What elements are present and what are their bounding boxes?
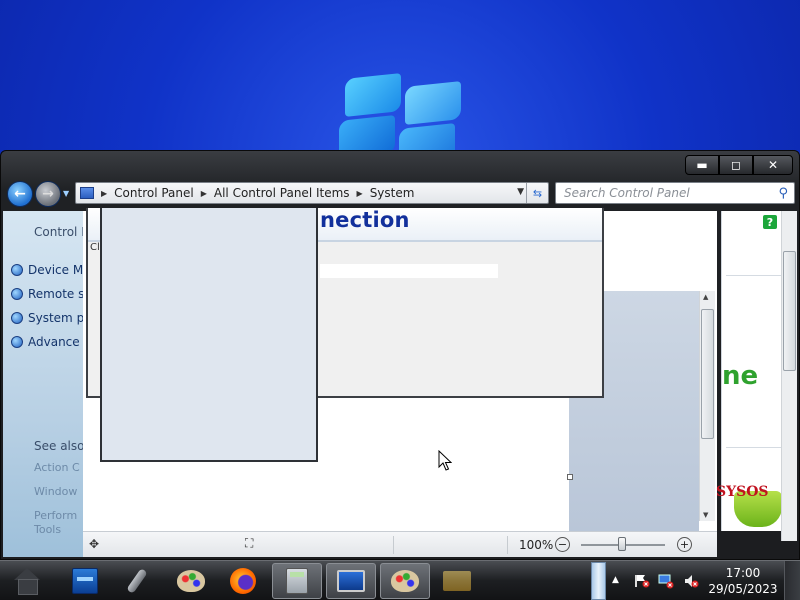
taskbar-calculator[interactable] (272, 563, 322, 599)
sidebar-item-system-protection[interactable]: System p (11, 311, 83, 325)
search-placeholder: Search Control Panel (564, 186, 690, 200)
search-input[interactable]: Search Control Panel ⚲ (555, 182, 795, 204)
see-also-heading: See also (34, 439, 83, 453)
shield-icon (11, 312, 23, 324)
windows-logo (335, 70, 465, 167)
paint-icon (177, 570, 205, 592)
system-clock[interactable]: 17:00 29/05/2023 (708, 565, 778, 597)
minimize-button[interactable]: ▬ (685, 155, 719, 175)
refresh-icon: ⇆ (532, 186, 543, 200)
breadcrumb-system[interactable]: System (370, 186, 415, 200)
window-controls: ▬ ◻ ✕ (685, 155, 793, 175)
see-also-windows-update[interactable]: Window (34, 485, 77, 498)
taskbar: ▲ 17:00 29/05/2023 (0, 560, 800, 600)
see-also-performance[interactable]: Perform (34, 509, 77, 522)
mouse-cursor-icon (438, 450, 452, 471)
taskbar-palette[interactable] (380, 563, 430, 599)
taskbar-computer[interactable] (326, 563, 376, 599)
divider (507, 536, 508, 554)
status-bar: ✥ ⛶ 100% − + (83, 531, 717, 557)
refresh-button[interactable]: ⇆ (526, 183, 548, 203)
microphone-icon (126, 568, 148, 594)
arrow-right-icon: → (42, 186, 54, 202)
zoom-out-button[interactable]: − (555, 537, 570, 552)
taskbar-folder[interactable] (432, 563, 482, 599)
forward-button[interactable]: → (35, 181, 61, 207)
breadcrumb-chevron-icon[interactable]: ▶ (357, 189, 363, 198)
clock-time: 17:00 (725, 566, 761, 580)
shield-icon (11, 336, 23, 348)
show-desktop-button[interactable] (784, 561, 800, 600)
panel-scrollbar[interactable] (781, 211, 797, 541)
close-button[interactable]: ✕ (753, 155, 793, 175)
shield-icon (11, 288, 23, 300)
divider (393, 536, 394, 554)
clock-date: 29/05/2023 (708, 582, 778, 596)
sidebar-item-label: System p (28, 311, 83, 325)
scrollbar-thumb[interactable] (783, 251, 796, 371)
firefox-icon (230, 568, 256, 594)
network-icon[interactable] (658, 573, 674, 589)
taskbar-microphone[interactable] (112, 563, 162, 599)
zoom-slider-handle[interactable] (618, 537, 626, 551)
computer-icon (337, 570, 365, 592)
file-cabinet-icon (72, 568, 98, 594)
breadcrumb-chevron-icon[interactable]: ▶ (201, 189, 207, 198)
control-panel-icon (80, 187, 94, 199)
back-button[interactable]: ← (7, 181, 33, 207)
volume-muted-icon[interactable] (683, 573, 699, 589)
taskbar-home[interactable] (2, 563, 52, 599)
navigation-bar: ← → ▼ ▶ Control Panel ▶ All Control Pane… (1, 179, 800, 211)
sidebar-item-label: Device M (28, 263, 83, 277)
see-also-action-center[interactable]: Action C (34, 461, 80, 474)
show-hidden-icons-button[interactable]: ▲ (612, 575, 619, 585)
recent-pages-dropdown[interactable]: ▼ (63, 189, 69, 198)
taskbar-file-cabinet[interactable] (60, 563, 110, 599)
oem-brand-text: SYSOS (716, 484, 769, 500)
left-navigation-pane: Control P Device M Remote s System p Adv… (3, 211, 83, 557)
maximize-button[interactable]: ◻ (719, 155, 753, 175)
taskbar-paint[interactable] (166, 563, 216, 599)
dialog-input-field[interactable] (320, 264, 498, 278)
scrollbar-thumb[interactable] (701, 309, 714, 439)
dialog-text-fragment: Cl (90, 242, 100, 253)
crop-icon[interactable]: ⛶ (245, 536, 253, 551)
search-icon[interactable]: ⚲ (778, 186, 788, 201)
breadcrumb-all-items[interactable]: All Control Panel Items (214, 186, 350, 200)
blank-dialog-panel (100, 208, 318, 462)
sidebar-item-label: Remote s (28, 287, 83, 301)
dialog-title: nection (320, 208, 410, 232)
see-also-tools[interactable]: Tools (34, 523, 61, 536)
shield-icon (11, 264, 23, 276)
vertical-scrollbar[interactable]: ▲ ▼ (699, 291, 715, 521)
scroll-up-icon[interactable]: ▲ (703, 293, 708, 301)
action-center-flag-icon[interactable] (634, 574, 650, 588)
breadcrumb-chevron-icon[interactable]: ▶ (101, 189, 107, 198)
arrow-left-icon: ← (14, 186, 26, 202)
help-icon[interactable]: ? (763, 215, 777, 229)
zoom-in-button[interactable]: + (677, 537, 692, 552)
folder-icon (443, 571, 471, 591)
taskbar-scroll-handle[interactable] (591, 562, 606, 600)
taskbar-firefox[interactable] (218, 563, 268, 599)
address-dropdown-icon[interactable]: ▼ (517, 187, 524, 197)
palette-icon (391, 570, 419, 592)
home-icon (12, 568, 42, 595)
control-panel-home-link[interactable]: Control P (34, 225, 83, 239)
breadcrumb-control-panel[interactable]: Control Panel (114, 186, 194, 200)
resize-handle[interactable] (567, 474, 573, 480)
scroll-down-icon[interactable]: ▼ (703, 511, 708, 519)
address-bar[interactable]: ▶ Control Panel ▶ All Control Panel Item… (75, 182, 549, 204)
oem-logo-text: ne (722, 361, 759, 391)
calculator-icon (286, 568, 308, 594)
move-icon[interactable]: ✥ (89, 537, 99, 551)
sidebar-item-remote-settings[interactable]: Remote s (11, 287, 83, 301)
sidebar-item-device-manager[interactable]: Device M (11, 263, 83, 277)
sidebar-item-advanced-settings[interactable]: Advance (11, 335, 80, 349)
zoom-level: 100% (519, 538, 554, 552)
sidebar-item-label: Advance (28, 335, 80, 349)
